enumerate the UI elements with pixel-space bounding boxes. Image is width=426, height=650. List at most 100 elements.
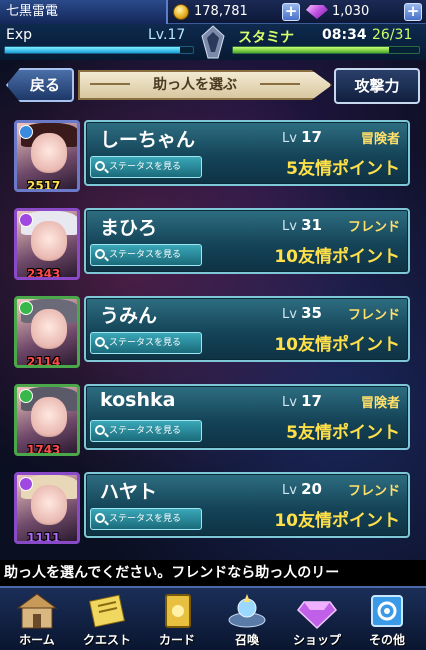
helper-level: Lv 20 [282, 480, 322, 498]
shop-icon [296, 601, 338, 630]
player-level: Lv.17 [148, 27, 186, 43]
helper-row[interactable]: 2114 うみん Lv 35 フレンド ステータスを見る 10友情ポイント [10, 292, 414, 372]
nav-label: ホーム [19, 633, 55, 647]
player-name: 七黒雷電 [0, 0, 168, 24]
element-badge-icon [19, 301, 33, 315]
wing-emblem-icon [201, 25, 225, 59]
view-status-label: ステータスを見る [109, 338, 182, 348]
helper-card[interactable]: ハヤト Lv 20 フレンド ステータスを見る 10友情ポイント [84, 472, 410, 538]
stamina-timer: 08:34 [322, 27, 367, 43]
portrait-face [31, 221, 67, 261]
card-icon [165, 594, 191, 628]
gem-count: 1,030 [332, 4, 370, 19]
helper-name: まひろ [100, 217, 158, 239]
stamina-label: スタミナ [238, 30, 294, 46]
nav-home[interactable]: ホーム [4, 588, 70, 650]
portrait-face [31, 397, 67, 437]
helper-attack: 2517 [27, 179, 61, 192]
other-icon [371, 595, 403, 627]
nav-summon[interactable]: 召喚 [214, 588, 280, 650]
view-status-label: ステータスを見る [109, 426, 182, 436]
magnifier-icon [95, 513, 105, 523]
helper-portrait[interactable]: 2114 [14, 296, 80, 368]
magnifier-icon [95, 161, 105, 171]
helper-card[interactable]: まひろ Lv 31 フレンド ステータスを見る 10友情ポイント [84, 208, 410, 274]
view-status-button[interactable]: ステータスを見る [90, 508, 202, 530]
title-ornament-right [260, 83, 300, 85]
helper-card[interactable]: しーちゃん Lv 17 冒険者 ステータスを見る 5友情ポイント [84, 120, 410, 186]
lv-prefix: Lv [282, 307, 297, 322]
helper-level-value: 31 [301, 216, 322, 234]
title-plate: 助っ人を選ぶ [78, 70, 332, 100]
page-title: 助っ人を選ぶ [153, 77, 237, 93]
friend-points: 10友情ポイント [274, 511, 400, 531]
helper-relation: 冒険者 [360, 396, 400, 411]
helper-row[interactable]: 1111 ハヤト Lv 20 フレンド ステータスを見る 10友情ポイント [10, 468, 414, 548]
nav-label: ショップ [292, 633, 341, 647]
helper-level: Lv 35 [282, 304, 322, 322]
helper-portrait[interactable]: 1111 [14, 472, 80, 544]
sort-attack-button[interactable]: 攻撃力 [334, 68, 420, 104]
nav-quest[interactable]: クエスト [74, 588, 140, 650]
add-gems-button[interactable]: + [404, 3, 422, 21]
element-badge-icon [19, 125, 33, 139]
nav-card[interactable]: カード [144, 588, 210, 650]
summon-icon [228, 594, 266, 628]
helper-portrait[interactable]: 2517 [14, 120, 80, 192]
helper-row[interactable]: 2343 まひろ Lv 31 フレンド ステータスを見る 10友情ポイント [10, 204, 414, 284]
view-status-label: ステータスを見る [109, 514, 182, 524]
page-header: 戻る 助っ人を選ぶ 攻撃力 [0, 64, 426, 108]
helper-row[interactable]: 2517 しーちゃん Lv 17 冒険者 ステータスを見る 5友情ポイント [10, 116, 414, 196]
lv-prefix: Lv [282, 395, 297, 410]
exp-bar [4, 46, 194, 54]
add-coins-button[interactable]: + [282, 3, 300, 21]
helper-name: しーちゃん [100, 129, 196, 151]
gem-icon [306, 5, 328, 19]
quest-icon [89, 594, 125, 628]
view-status-label: ステータスを見る [109, 250, 182, 260]
helper-name: koshka [100, 389, 176, 411]
helper-card[interactable]: うみん Lv 35 フレンド ステータスを見る 10友情ポイント [84, 296, 410, 362]
friend-points: 10友情ポイント [274, 247, 400, 267]
helper-portrait[interactable]: 1743 [14, 384, 80, 456]
helper-name: ハヤト [100, 481, 158, 503]
friend-points: 10友情ポイント [274, 335, 400, 355]
exp-label: Exp [6, 27, 33, 43]
coin-count: 178,781 [194, 4, 248, 19]
nav-other[interactable]: その他 [354, 588, 420, 650]
magnifier-icon [95, 337, 105, 347]
view-status-button[interactable]: ステータスを見る [90, 244, 202, 266]
exp-bar-fill [5, 47, 180, 53]
lv-prefix: Lv [282, 131, 297, 146]
helper-row[interactable]: 1743 koshka Lv 17 冒険者 ステータスを見る 5友情ポイント [10, 380, 414, 460]
view-status-label: ステータスを見る [109, 162, 182, 172]
helper-relation: フレンド [347, 308, 400, 323]
helper-card[interactable]: koshka Lv 17 冒険者 ステータスを見る 5友情ポイント [84, 384, 410, 450]
home-icon [16, 593, 58, 629]
view-status-button[interactable]: ステータスを見る [90, 332, 202, 354]
nav-label: 召喚 [234, 633, 259, 647]
helper-level-value: 20 [301, 480, 322, 498]
helper-portrait[interactable]: 2343 [14, 208, 80, 280]
status-bar: Exp Lv.17 スタミナ 08:34 26/31 [0, 24, 426, 60]
portrait-face [31, 133, 67, 173]
helper-level: Lv 31 [282, 216, 322, 234]
view-status-button[interactable]: ステータスを見る [90, 156, 202, 178]
coin-icon [173, 4, 189, 20]
nav-label: その他 [368, 633, 405, 647]
element-badge-icon [19, 213, 33, 227]
view-status-button[interactable]: ステータスを見る [90, 420, 202, 442]
helper-attack: 2114 [27, 355, 61, 368]
helper-name: うみん [100, 305, 158, 327]
helper-level-value: 17 [301, 128, 322, 146]
back-button[interactable]: 戻る [6, 68, 74, 102]
helper-relation: 冒険者 [360, 132, 400, 147]
lv-prefix: Lv [282, 483, 297, 498]
helper-level: Lv 17 [282, 128, 322, 146]
nav-shop[interactable]: ショップ [284, 588, 350, 650]
resource-bar: 七黒雷電 178,781 + 1,030 + [0, 0, 426, 24]
nav-label: クエスト [82, 633, 131, 647]
magnifier-icon [95, 425, 105, 435]
helper-level-value: 17 [301, 392, 322, 410]
portrait-face [31, 309, 67, 349]
